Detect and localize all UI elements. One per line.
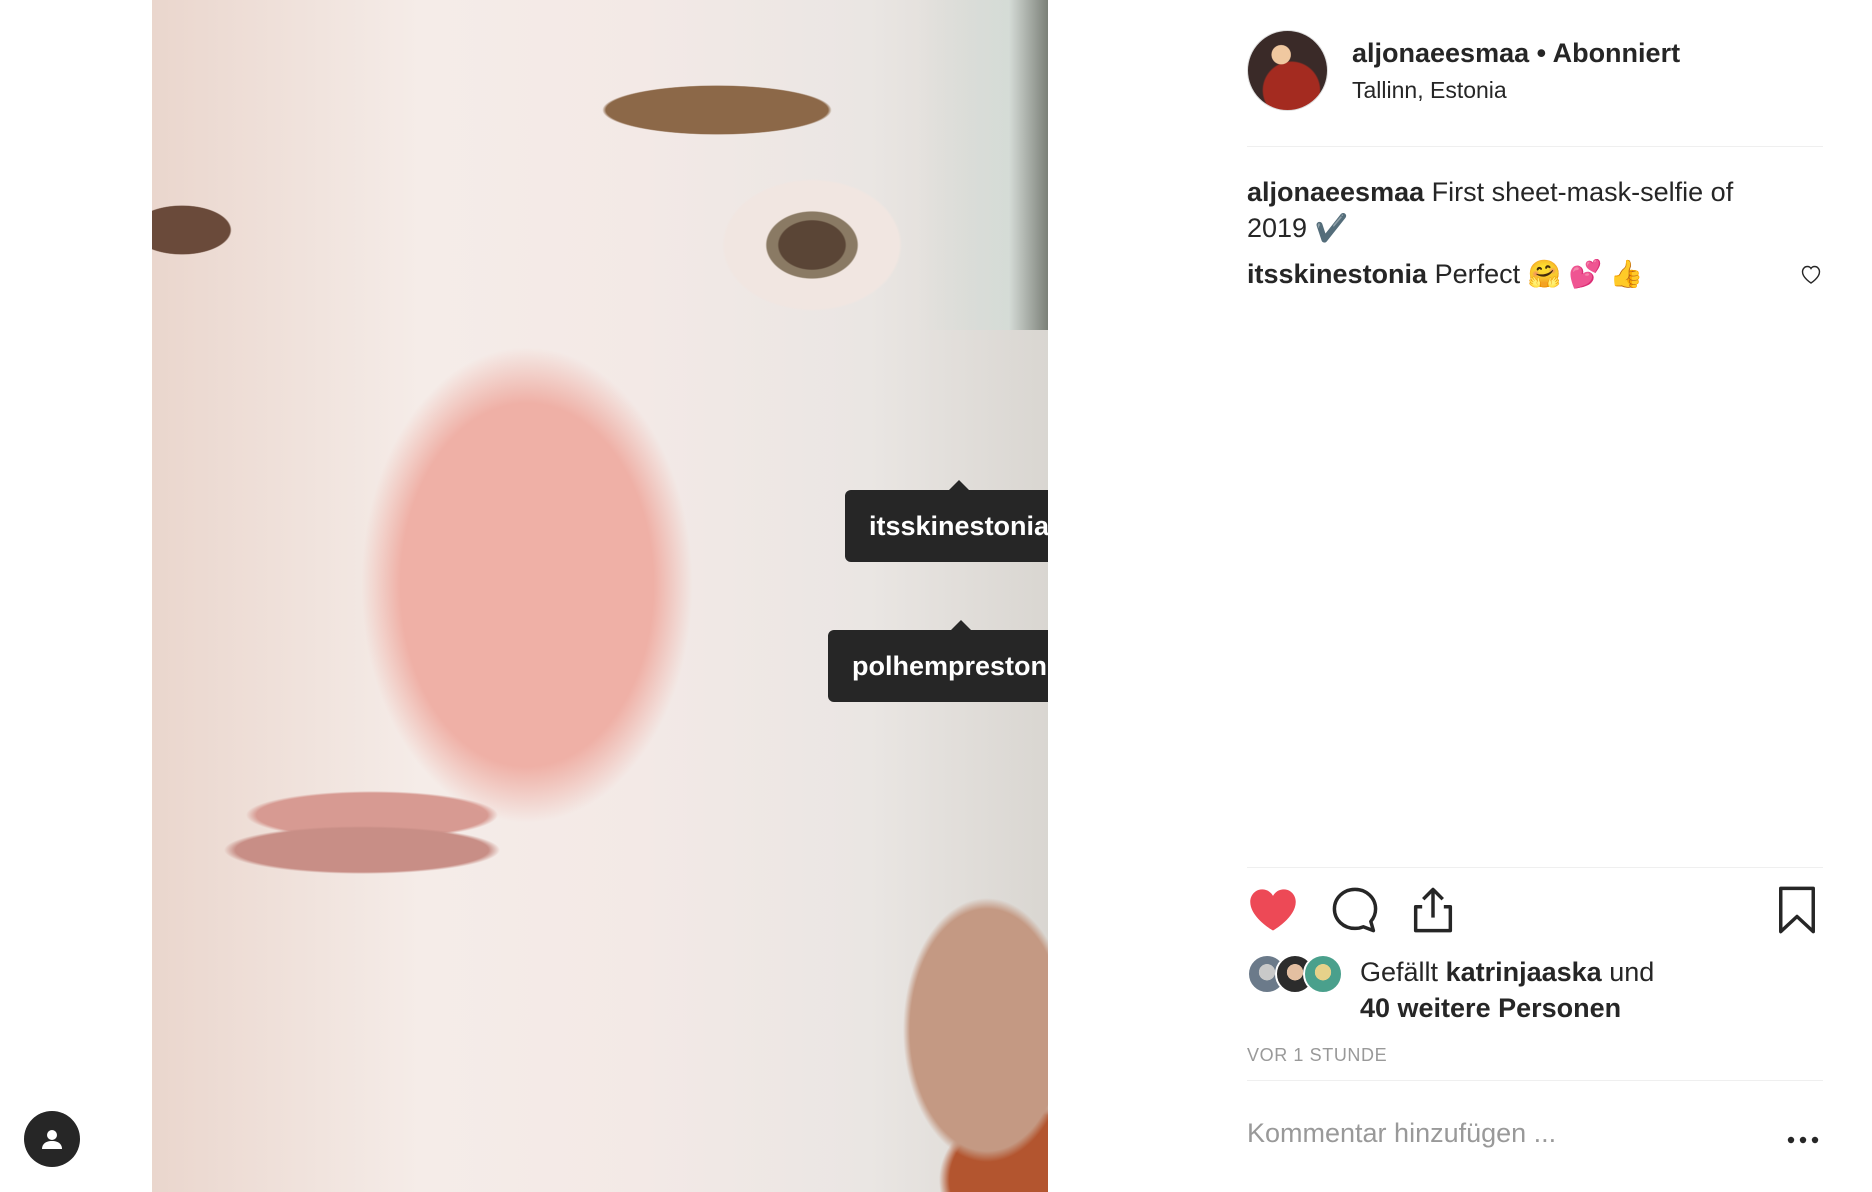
- post-header: aljonaeesmaa • Abonniert Tallinn, Estoni…: [1247, 30, 1823, 112]
- post-caption: aljonaeesmaa First sheet-mask-selfie of …: [1247, 174, 1787, 246]
- photo-shade: [918, 0, 1048, 330]
- likes-connector: und: [1609, 957, 1655, 987]
- post-timestamp[interactable]: VOR 1 STUNDE: [1247, 1045, 1387, 1066]
- photo-tag-itsskinestonia[interactable]: itsskinestonia: [845, 480, 1048, 562]
- account-button[interactable]: [24, 1111, 80, 1167]
- likes-text: Gefällt katrinjaaska und 40 weitere Pers…: [1360, 954, 1654, 1026]
- header-user-line: aljonaeesmaa • Abonniert: [1352, 38, 1680, 69]
- more-dots-icon: [1787, 1136, 1819, 1144]
- caption-username[interactable]: aljonaeesmaa: [1247, 177, 1424, 207]
- likes-prefix: Gefällt: [1360, 957, 1439, 987]
- heart-filled-icon: [1250, 889, 1296, 931]
- comment-button[interactable]: [1329, 884, 1381, 936]
- liker-avatar[interactable]: [1303, 954, 1343, 994]
- avatar[interactable]: [1247, 30, 1328, 111]
- follow-status[interactable]: Abonniert: [1553, 38, 1681, 68]
- comment-input[interactable]: Kommentar hinzufügen ...: [1247, 1118, 1747, 1149]
- comment-username[interactable]: itsskinestonia: [1247, 259, 1427, 289]
- speech-bubble-icon: [1332, 887, 1378, 933]
- person-icon: [42, 1130, 62, 1149]
- comment-item: itsskinestonia Perfect 🤗 💕 👍: [1247, 256, 1787, 292]
- post-photo[interactable]: itsskinestonia polhemprestonia: [152, 0, 1048, 1192]
- likes-user-link[interactable]: katrinjaaska: [1446, 957, 1602, 987]
- share-icon: [1413, 887, 1453, 933]
- post-panel: aljonaeesmaa • Abonniert Tallinn, Estoni…: [1247, 0, 1823, 1192]
- like-button[interactable]: [1247, 884, 1299, 936]
- likes-summary: Gefällt katrinjaaska und 40 weitere Pers…: [1247, 954, 1823, 1026]
- likes-others-link[interactable]: 40 weitere Personen: [1360, 993, 1621, 1023]
- comment-like-button[interactable]: [1799, 262, 1823, 286]
- divider: [1247, 867, 1823, 868]
- photo-tag-polhemprestonia[interactable]: polhemprestonia: [828, 620, 1048, 702]
- action-bar: [1247, 884, 1823, 944]
- share-button[interactable]: [1407, 884, 1459, 936]
- comment-text: Perfect 🤗 💕 👍: [1434, 259, 1644, 289]
- bookmark-icon: [1779, 886, 1815, 934]
- heart-outline-icon: [1801, 265, 1821, 284]
- location-link[interactable]: Tallinn, Estonia: [1352, 77, 1507, 104]
- divider: [1247, 1080, 1823, 1081]
- more-options-button[interactable]: [1783, 1120, 1823, 1160]
- save-button[interactable]: [1771, 884, 1823, 936]
- divider: [1247, 146, 1823, 147]
- username-link[interactable]: aljonaeesmaa: [1352, 38, 1529, 68]
- separator-dot: •: [1536, 38, 1547, 68]
